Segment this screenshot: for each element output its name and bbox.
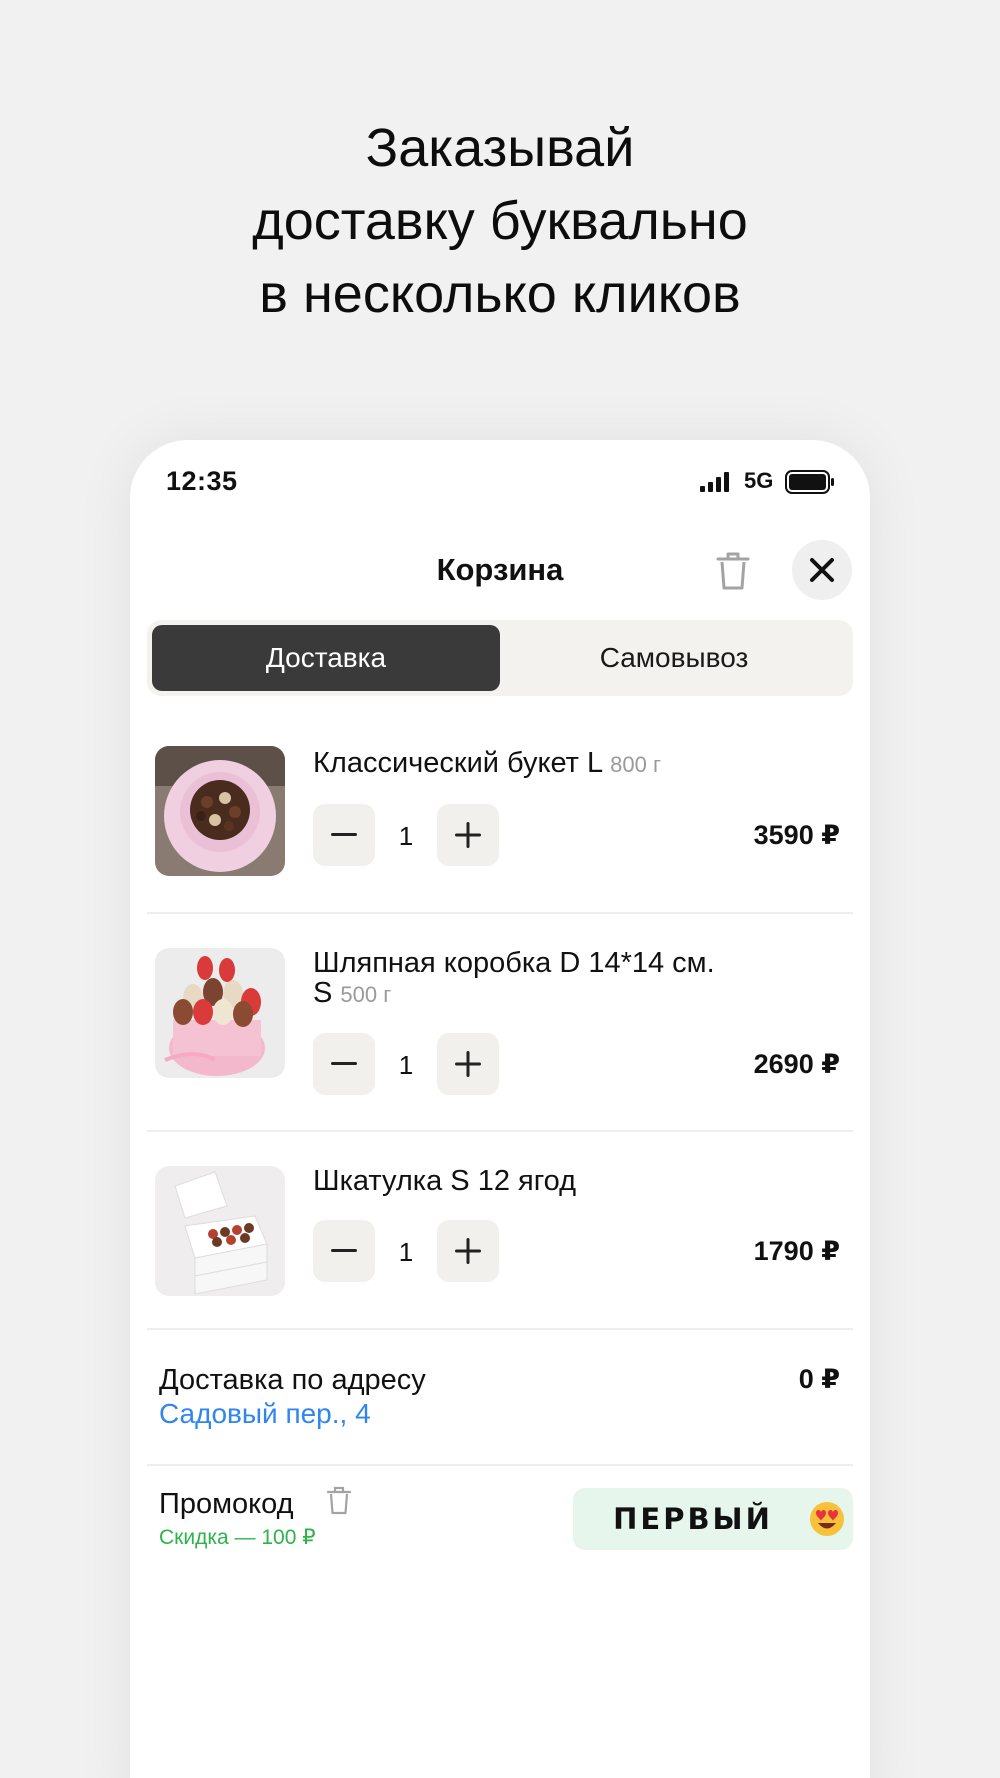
divider: [147, 1130, 853, 1132]
headline-line-3: в несколько кликов: [259, 264, 741, 324]
quantity-value: 1: [398, 1237, 414, 1267]
status-time: 12:35: [166, 466, 238, 496]
decrease-button[interactable]: [313, 1220, 375, 1282]
minus-icon: [331, 1249, 357, 1252]
delivery-type-switch: Доставка Самовывоз: [147, 620, 853, 696]
divider: [147, 1464, 853, 1466]
minus-icon: [331, 1062, 357, 1065]
plus-icon: [455, 1051, 481, 1077]
battery-icon: [785, 470, 834, 494]
increase-button[interactable]: [437, 804, 499, 866]
promo-code-value: ПЕРВЫЙ: [613, 1502, 773, 1536]
item-name: Шкатулка S 12 ягод: [313, 1166, 773, 1196]
item-price: 1790 ₽: [753, 1236, 840, 1266]
increase-button[interactable]: [437, 1033, 499, 1095]
increase-button[interactable]: [437, 1220, 499, 1282]
product-image: [155, 948, 285, 1078]
promo-discount: Скидка — 100 ₽: [159, 1526, 316, 1549]
trash-icon[interactable]: [714, 550, 752, 592]
item-weight: 800 г: [610, 752, 661, 777]
divider: [147, 912, 853, 914]
plus-icon: [455, 822, 481, 848]
cart-item: Шкатулка S 12 ягод 1 1790 ₽: [130, 1166, 870, 1316]
minus-icon: [331, 833, 357, 836]
signal-icon: [700, 472, 729, 492]
cart-item: Шляпная коробка D 14*14 см. S 500 г 1 26…: [130, 948, 870, 1118]
promo-trash-icon[interactable]: [326, 1486, 352, 1516]
close-button[interactable]: [792, 540, 852, 600]
tab-pickup[interactable]: Самовывоз: [500, 625, 848, 691]
cart-item: Классический букет L 800 г 1 3590 ₽: [130, 746, 870, 916]
headline-line-1: Заказывай: [365, 118, 635, 178]
product-image: [155, 1166, 285, 1296]
delivery-price: 0 ₽: [798, 1364, 840, 1394]
phone-screen: 12:35 5G Корзина Доставка Самовывоз Клас…: [130, 440, 870, 1778]
decrease-button[interactable]: [313, 1033, 375, 1095]
item-name: Классический букет L 800 г: [313, 748, 773, 780]
close-icon: [810, 558, 834, 582]
item-title: Шляпная коробка D 14*14 см.: [313, 947, 715, 979]
item-title: Шкатулка S 12 ягод: [313, 1165, 577, 1197]
promo-label: Промокод: [159, 1488, 294, 1520]
quantity-value: 1: [398, 821, 414, 851]
delivery-address-link[interactable]: Садовый пер., 4: [159, 1398, 371, 1430]
product-image: [155, 746, 285, 876]
network-type: 5G: [744, 468, 774, 493]
delivery-label: Доставка по адресу: [159, 1364, 426, 1396]
divider: [147, 1328, 853, 1330]
decrease-button[interactable]: [313, 804, 375, 866]
item-title: Классический букет L: [313, 747, 603, 779]
page-title: Корзина: [436, 552, 564, 587]
item-title-cont: S: [313, 977, 333, 1009]
plus-icon: [455, 1238, 481, 1264]
tab-delivery[interactable]: Доставка: [152, 625, 500, 691]
quantity-value: 1: [398, 1050, 414, 1080]
item-price: 2690 ₽: [753, 1049, 840, 1079]
item-weight: 500 г: [340, 982, 392, 1007]
item-price: 3590 ₽: [753, 820, 840, 850]
item-name: Шляпная коробка D 14*14 см. S 500 г: [313, 948, 773, 1010]
headline-line-2: доставку буквально: [252, 191, 748, 251]
heart-eyes-emoji-icon: [810, 1502, 844, 1536]
promo-code-field[interactable]: ПЕРВЫЙ: [573, 1488, 853, 1550]
headline: Заказывай доставку буквально в несколько…: [0, 112, 1000, 331]
